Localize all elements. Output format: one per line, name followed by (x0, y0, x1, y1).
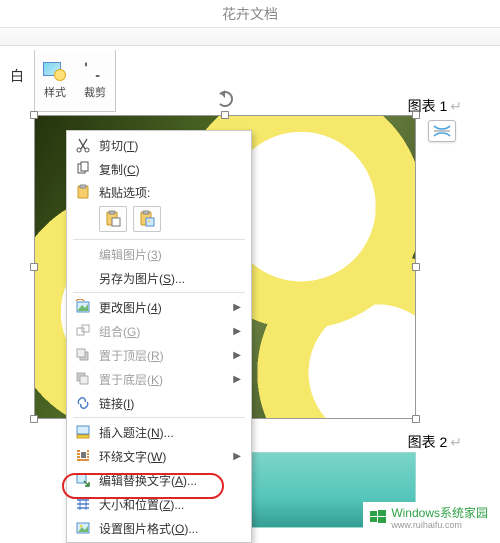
submenu-arrow-icon: ▶ (233, 326, 241, 337)
picture-styles-label: 样式 (44, 84, 66, 100)
paste-option-1[interactable] (99, 206, 127, 232)
menu-edit-alt-text[interactable]: 编辑替换文字(A)... (67, 468, 251, 492)
menu-separator (73, 239, 245, 240)
format-picture-icon (75, 520, 91, 536)
watermark-url: www.ruihaifu.com (391, 521, 488, 530)
menu-wrap-text[interactable]: 环绕文字(W) ▶ (67, 444, 251, 468)
doc-title: 花卉文档 (0, 0, 500, 28)
menu-change-picture[interactable]: 更改图片(4) ▶ (67, 295, 251, 319)
caption-1-num: 1 (439, 98, 447, 114)
clipboard-picture-icon (138, 210, 156, 228)
size-position-icon (75, 496, 91, 512)
crop-label: 裁剪 (84, 84, 106, 100)
menu-bring-to-front[interactable]: 置于顶层(R) ▶ (67, 343, 251, 367)
crop-button[interactable]: 裁剪 (77, 56, 113, 102)
group-icon (75, 323, 91, 339)
bring-front-icon (75, 347, 91, 363)
paste-icon (75, 184, 91, 200)
menu-copy[interactable]: 复制(C) (67, 157, 251, 181)
caption-1-prefix: 图表 (408, 98, 440, 114)
picture-styles-button[interactable]: 样式 (37, 56, 73, 102)
menu-insert-caption[interactable]: 插入题注(N)... (67, 420, 251, 444)
menu-send-to-back[interactable]: 置于底层(K) ▶ (67, 367, 251, 391)
menu-paste-options-header: 粘贴选项: (67, 181, 251, 203)
clipboard-keep-icon (104, 210, 122, 228)
submenu-arrow-icon: ▶ (233, 451, 241, 462)
paste-option-2[interactable] (133, 206, 161, 232)
layout-options-button[interactable] (428, 120, 456, 142)
watermark-text: Windows系统家园 (391, 506, 488, 520)
menu-cut[interactable]: 剪切(T) (67, 133, 251, 157)
submenu-arrow-icon: ▶ (233, 374, 241, 385)
submenu-arrow-icon: ▶ (233, 302, 241, 313)
paragraph-mark-icon: ↵ (450, 98, 462, 114)
menu-edit-picture[interactable]: 编辑图片(3) (67, 242, 251, 266)
menu-size-position[interactable]: 大小和位置(Z)... (67, 492, 251, 516)
watermark: Windows系统家园 www.ruihaifu.com (363, 502, 494, 532)
picture-format-group: 样式 裁剪 (34, 50, 116, 112)
horizontal-ruler (0, 28, 500, 46)
menu-separator (73, 292, 245, 293)
link-icon (75, 395, 91, 411)
ribbon-side-label: 白 (10, 66, 24, 86)
rotate-handle-icon[interactable] (217, 91, 233, 107)
layout-options-icon (433, 125, 451, 137)
cut-icon (75, 137, 91, 153)
menu-save-as-picture[interactable]: 另存为图片(S)... (67, 266, 251, 290)
context-menu: 剪切(T) 复制(C) 粘贴选项: 编辑图片(3) 另存为图片(S)... (66, 130, 252, 543)
paste-options-row (67, 203, 251, 237)
caption-2-prefix: 图表 (408, 434, 440, 450)
doc-title-text: 花卉文档 (222, 6, 278, 22)
menu-group[interactable]: 组合(G) ▶ (67, 319, 251, 343)
caption-2: 图表 2↵ (408, 432, 462, 452)
caption-1: 图表 1↵ (408, 96, 462, 116)
change-picture-icon (75, 299, 91, 315)
menu-link[interactable]: 链接(I) (67, 391, 251, 415)
caption-2-num: 2 (439, 434, 447, 450)
windows-logo-icon (369, 508, 387, 526)
crop-icon (81, 58, 109, 82)
paragraph-mark-icon: ↵ (450, 434, 462, 450)
wrap-text-icon (75, 448, 91, 464)
send-back-icon (75, 371, 91, 387)
menu-separator (73, 417, 245, 418)
menu-format-picture[interactable]: 设置图片格式(O)... (67, 516, 251, 540)
picture-style-icon (41, 58, 69, 82)
copy-icon (75, 161, 91, 177)
caption-icon (75, 424, 91, 440)
submenu-arrow-icon: ▶ (233, 350, 241, 361)
alt-text-icon (75, 472, 91, 488)
